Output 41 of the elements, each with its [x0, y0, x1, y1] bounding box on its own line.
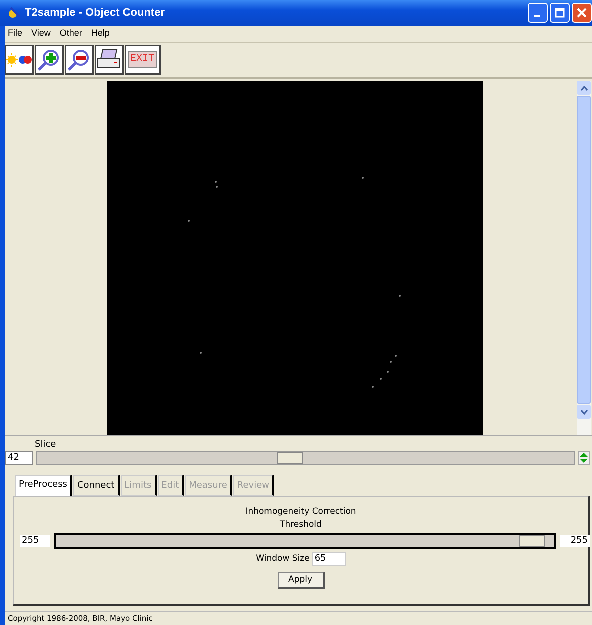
maximize-button[interactable] [550, 3, 570, 23]
chevron-down-icon [580, 410, 588, 414]
printer-icon [96, 48, 122, 72]
toolbar-button[interactable] [35, 45, 64, 75]
spin-button[interactable] [578, 451, 590, 465]
menu-item[interactable]: Help [91, 28, 110, 40]
scroll-down-button[interactable] [577, 405, 591, 419]
minimize-button[interactable] [528, 3, 548, 23]
window-size-field[interactable]: 65 [312, 552, 346, 566]
min-value-field[interactable]: 255 [20, 535, 50, 547]
tab[interactable]: PreProcess [15, 475, 72, 496]
close-button[interactable] [572, 3, 592, 23]
sun-and-dots-icon [6, 52, 32, 68]
tab[interactable]: Connect [73, 475, 120, 496]
threshold-slider[interactable] [54, 533, 556, 549]
close-icon [577, 8, 587, 18]
window-title: T2sample - Object Counter [25, 7, 166, 19]
chevron-up-icon [580, 86, 588, 90]
zoom-out-icon [67, 48, 91, 72]
section-heading: Inhomogeneity Correction [246, 507, 356, 517]
zoom-in-icon [37, 48, 61, 72]
scroll-up-button[interactable] [577, 81, 591, 95]
window-size-label: Window Size [256, 554, 310, 564]
menu-item[interactable]: Other [60, 28, 82, 40]
slice-field[interactable]: 42 [5, 451, 33, 465]
up-down-arrows-icon [580, 452, 588, 464]
toolbar-button[interactable] [95, 45, 124, 75]
max-value-field[interactable]: 255 [560, 535, 590, 547]
slice-label: Slice [35, 440, 58, 450]
menu-item[interactable]: File [8, 28, 23, 40]
toolbar-button[interactable] [65, 45, 94, 75]
threshold-label: Threshold [280, 520, 322, 530]
maximize-icon [555, 8, 565, 18]
app-icon [8, 6, 22, 20]
slider-thumb[interactable] [518, 535, 545, 547]
apply-button[interactable]: Apply [278, 572, 324, 589]
minimize-icon [534, 15, 540, 17]
slice-slider[interactable] [36, 451, 575, 465]
toolbar-button[interactable] [5, 45, 34, 75]
menu-item[interactable]: View [32, 28, 51, 40]
slider-thumb[interactable] [277, 452, 304, 464]
